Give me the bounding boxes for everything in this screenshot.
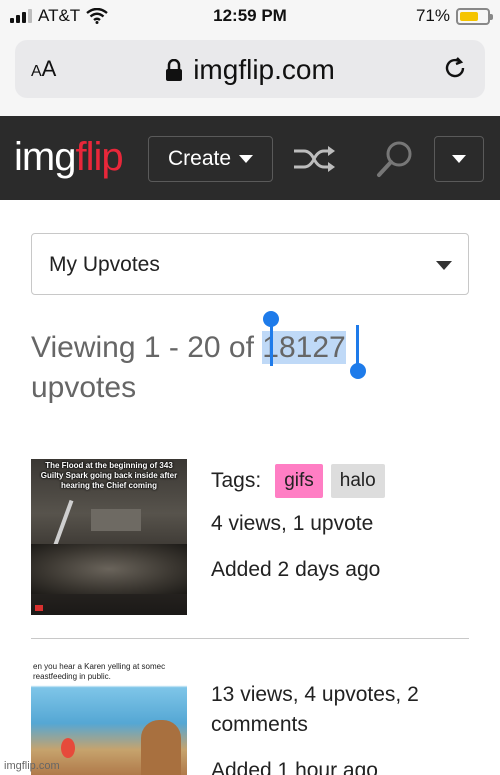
- meme-thumbnail[interactable]: en you hear a Karen yelling at somec rea…: [31, 660, 187, 775]
- list-item: The Flood at the beginning of 343 Guilty…: [31, 459, 469, 639]
- address-bar[interactable]: AA imgflip.com: [15, 40, 485, 98]
- menu-dropdown-button[interactable]: [434, 136, 484, 182]
- item-details: Tags: gifs halo 4 views, 1 upvote Added …: [211, 459, 469, 585]
- logo-text: img: [14, 135, 76, 179]
- tags-label: Tags:: [211, 469, 262, 492]
- shuffle-icon[interactable]: [292, 142, 338, 176]
- thumbnail-caption: The Flood at the beginning of 343 Guilty…: [40, 461, 178, 490]
- url-text: imgflip.com: [193, 54, 335, 85]
- tag-gifs[interactable]: gifs: [275, 464, 323, 498]
- selection-start-knob[interactable]: [263, 311, 279, 327]
- logo-accent-text: flip: [75, 135, 123, 179]
- selection-end-handle[interactable]: [356, 325, 359, 367]
- thumbnail-caption: en you hear a Karen yelling at somec rea…: [33, 662, 166, 681]
- chevron-down-icon: [239, 155, 254, 163]
- chevron-down-icon: [452, 155, 466, 163]
- item-added-time: Added 1 hour ago: [211, 759, 378, 775]
- results-summary: Viewing 1 - 20 of 18127 upvotes: [31, 328, 471, 408]
- chevron-down-icon: [436, 261, 452, 270]
- list-item: en you hear a Karen yelling at somec rea…: [31, 660, 469, 775]
- tag-halo[interactable]: halo: [330, 464, 385, 498]
- imgflip-logo[interactable]: imgflip: [14, 135, 124, 179]
- battery-fill: [460, 11, 479, 21]
- reload-icon[interactable]: [441, 54, 469, 82]
- selection-end-knob[interactable]: [350, 363, 366, 379]
- create-button[interactable]: Create: [148, 136, 273, 182]
- upvote-count-selected[interactable]: 18127: [262, 331, 346, 364]
- lock-icon: [166, 59, 183, 81]
- item-stats: 4 views, 1 upvote: [211, 512, 374, 535]
- status-bar: AT&T 12:59 PM 71%: [0, 0, 500, 36]
- summary-suffix: upvotes: [31, 371, 137, 404]
- browser-toolbar: AA imgflip.com: [0, 36, 500, 116]
- meme-thumbnail[interactable]: The Flood at the beginning of 343 Guilty…: [31, 459, 187, 615]
- summary-prefix: Viewing 1 - 20 of: [31, 331, 263, 364]
- url-display[interactable]: imgflip.com: [15, 54, 485, 86]
- select-value: My Upvotes: [49, 253, 160, 276]
- item-divider: [31, 638, 469, 639]
- upvote-filter-select[interactable]: My Upvotes: [31, 233, 469, 295]
- battery-percent: 71%: [415, 6, 450, 25]
- tags-row: Tags: gifs halo: [211, 463, 469, 499]
- status-right: 71%: [415, 6, 493, 26]
- item-added-time: Added 2 days ago: [211, 558, 381, 581]
- item-stats: 13 views, 4 upvotes, 2 comments: [211, 683, 419, 736]
- battery-icon: [456, 7, 493, 25]
- site-navbar: imgflip Create: [0, 116, 500, 200]
- search-icon[interactable]: [374, 138, 416, 180]
- create-label: Create: [167, 147, 232, 170]
- imgflip-watermark: imgflip.com: [4, 760, 60, 772]
